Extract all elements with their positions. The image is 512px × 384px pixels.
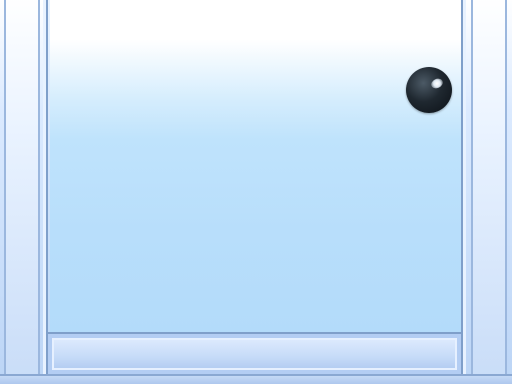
floor-panel <box>52 338 457 370</box>
right-wall <box>461 0 512 378</box>
left-wall <box>0 0 48 378</box>
left-wall-panel <box>4 0 40 378</box>
ball-icon[interactable] <box>406 67 452 113</box>
right-wall-panel <box>471 0 507 378</box>
game-scene <box>0 0 512 384</box>
ball-highlight <box>429 76 445 91</box>
bottom-border <box>0 374 512 384</box>
floor-platform <box>48 332 461 374</box>
playfield[interactable] <box>50 0 461 332</box>
